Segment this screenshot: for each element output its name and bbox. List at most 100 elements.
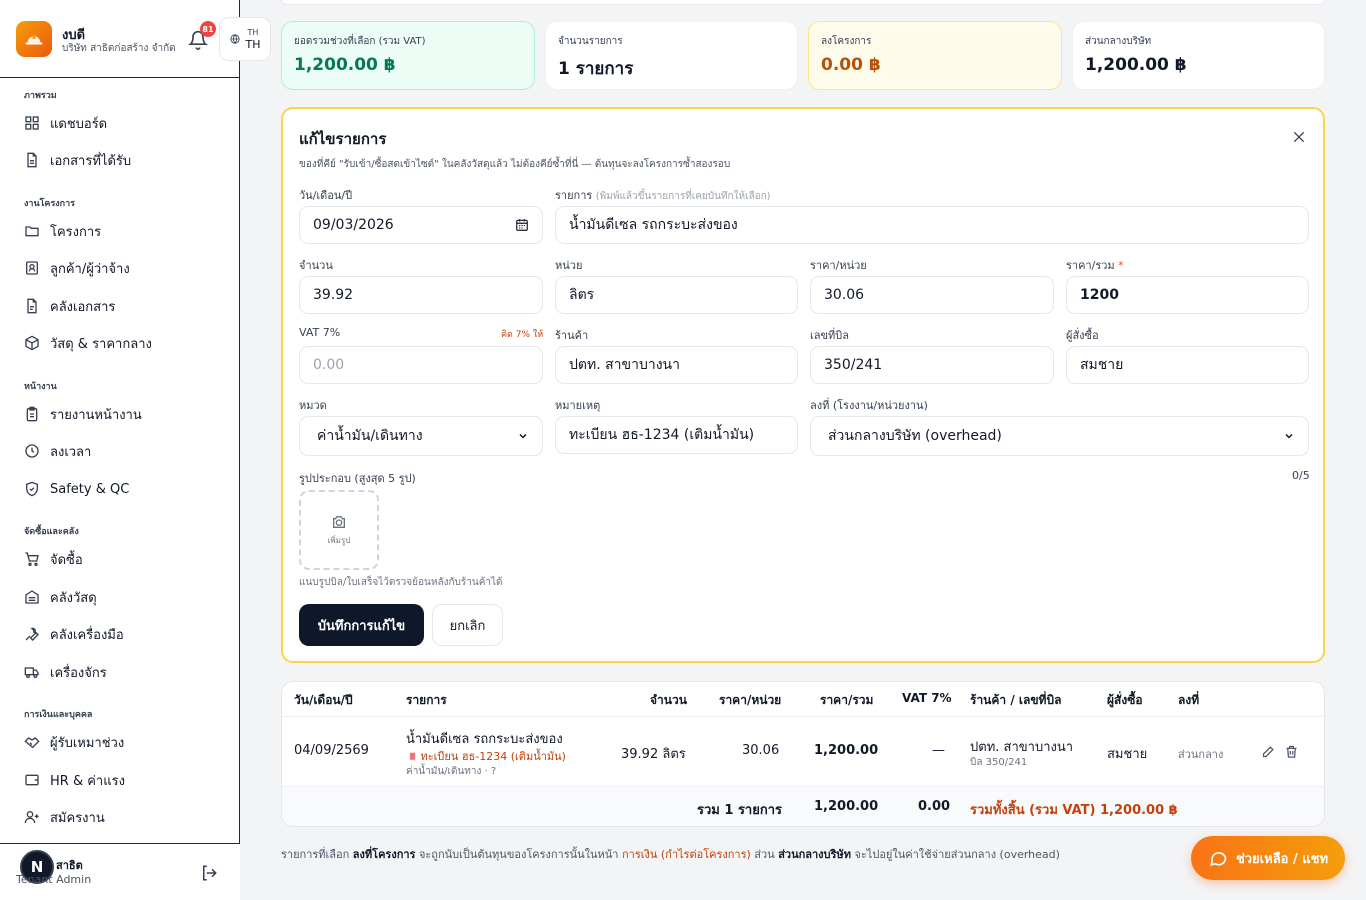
bill-label: เลขที่บิล [810, 329, 849, 342]
save-button[interactable]: บันทึกการแก้ไข [299, 604, 424, 646]
nav-section-site: หน้างาน [24, 382, 57, 392]
stat-card-project: ลงโครงการ 0.00 ฿ [808, 21, 1062, 90]
cancel-button[interactable]: ยกเลิก [432, 604, 503, 646]
stat-label: ยอดรวมช่วงที่เลือก (รวม VAT) [294, 36, 426, 47]
col-shop: ร้านค้า / เลขที่บิล [970, 693, 1062, 707]
notification-badge: 81 [200, 21, 216, 37]
nav-label: แดชบอร์ด [50, 116, 108, 132]
col-date: วัน/เดือน/ปี [294, 693, 353, 707]
price-input[interactable]: 30.06 [810, 276, 1054, 314]
shop-input[interactable]: ปตท. สาขาบางนา [555, 346, 798, 384]
nav-item-warehouse[interactable]: คลังวัสดุ [24, 583, 224, 611]
nav-item-clients[interactable]: ลูกค้า/ผู้ว่าจ้าง [24, 254, 224, 282]
trash-icon[interactable] [1284, 744, 1299, 759]
nav-item-site-report[interactable]: รายงานหน้างาน [24, 400, 224, 428]
nav-item-purchase[interactable]: จัดซื้อ [24, 545, 224, 573]
brand-logo[interactable] [16, 21, 52, 57]
category-select[interactable]: ค่าน้ำมัน/เดินทาง [299, 416, 543, 456]
cart-icon [25, 552, 39, 566]
clipboard-icon [26, 406, 38, 422]
photo-hint: แนบรูปบิล/ใบเสร็จไว้ตรวจย้อนหลังกับร้านค… [299, 577, 503, 588]
nav-item-subcontractors[interactable]: ผู้รับเหมาช่วง [24, 728, 224, 756]
category-label: หมวด [299, 399, 327, 412]
table-footer: รวม 1 รายการ 1,200.00 0.00 รวมทั้งสิ้น (… [282, 786, 1324, 826]
col-total: ราคา/รวม [820, 693, 874, 707]
nav-item-dashboard[interactable]: แดชบอร์ด [24, 109, 224, 137]
expense-table: วัน/เดือน/ปี รายการ จำนวน ราคา/หน่วย ราค… [281, 681, 1325, 827]
wallet-icon [25, 774, 39, 786]
photo-count: 0/5 [1292, 469, 1310, 482]
row-date: 04/09/2569 [294, 743, 369, 758]
nav-label: คลังวัสดุ [50, 590, 97, 606]
date-value: 09/03/2026 [313, 217, 394, 233]
shop-label: ร้านค้า [555, 329, 589, 342]
user-name: สาธิต [56, 859, 83, 872]
col-buyer: ผู้สั่งซื้อ [1107, 693, 1143, 707]
stat-card-overhead: ส่วนกลางบริษัท 1,200.00 ฿ [1072, 21, 1325, 90]
nav-section-projects: งานโครงการ [24, 199, 76, 209]
nav-item-tools[interactable]: คลังเครื่องมือ [24, 620, 224, 648]
document-icon [27, 152, 37, 168]
nav-item-materials[interactable]: วัสดุ & ราคากลาง [24, 329, 224, 357]
photo-label: รูปประกอบ (สูงสุด 5 รูป) [299, 472, 416, 485]
logout-icon[interactable] [200, 864, 218, 882]
nav-item-doc-library[interactable]: คลังเอกสาร [24, 292, 224, 320]
edit-icon[interactable] [1261, 744, 1276, 759]
row-bill: บิล 350/241 [970, 757, 1028, 768]
nav-item-recruitment[interactable]: สมัครงาน [24, 803, 224, 831]
nav-item-safety[interactable]: Safety & QC [24, 475, 224, 503]
row-qty: 39.92 ลิตร [621, 747, 686, 762]
wrench-icon [25, 627, 39, 641]
target-select[interactable]: ส่วนกลางบริษัท (overhead) [810, 416, 1309, 456]
nav-label: HR & ค่าแรง [50, 773, 125, 789]
add-photo-button[interactable]: เพิ่มรูป [299, 490, 379, 570]
footnote-p1: รายการที่เลือก [281, 848, 353, 861]
user-plus-icon [24, 811, 39, 824]
col-vat: VAT 7% [902, 691, 952, 705]
row-note: ทะเบียน ฮธ-1234 (เติมน้ำมัน) [408, 747, 566, 765]
footnote-p4: จะไปอยู่ในค่าใช้จ่ายส่วนกลาง (overhead) [850, 848, 1060, 861]
qty-input[interactable]: 39.92 [299, 276, 543, 314]
buyer-input[interactable]: สมชาย [1066, 346, 1309, 384]
bill-input[interactable]: 350/241 [810, 346, 1054, 384]
add-photo-label: เพิ่มรูป [327, 535, 351, 545]
col-target: ลงที่ [1178, 693, 1200, 707]
table-row[interactable]: 04/09/2569 น้ำมันดีเซล รถกระบะส่งของ ทะเ… [282, 716, 1324, 786]
vat-auto-link[interactable]: คิด 7% ให้ [501, 327, 543, 341]
lang-small: TH [247, 27, 259, 37]
row-note-text: ทะเบียน ฮธ-1234 (เติมน้ำมัน) [420, 750, 566, 763]
item-input[interactable]: น้ำมันดีเซล รถกระบะส่งของ [555, 206, 1309, 244]
finance-link[interactable]: การเงิน (กำไรต่อโครงการ) [622, 848, 751, 861]
user-role: Tenant Admin [16, 873, 92, 886]
help-chat-button[interactable]: ช่วยเหลือ / แชท [1191, 836, 1345, 880]
nav-item-hr[interactable]: HR & ค่าแรง [24, 766, 224, 794]
unit-input[interactable]: ลิตร [555, 276, 798, 314]
warehouse-icon [25, 590, 39, 604]
form-title: แก้ไขรายการ [299, 130, 387, 148]
nav-item-timesheet[interactable]: ลงเวลา [24, 437, 224, 465]
camera-icon [333, 515, 345, 528]
footer-grand-total: รวมทั้งสิ้น (รวม VAT) 1,200.00 ฿ [970, 803, 1178, 818]
close-icon[interactable] [1291, 129, 1307, 145]
calendar-icon[interactable] [515, 218, 529, 232]
language-switcher[interactable]: TH TH [219, 17, 271, 61]
form-hint: ของที่คีย์ "รับเข้า/ซื้อสดเข้าไซต์" ในคล… [299, 159, 731, 170]
stat-label: ลงโครงการ [821, 36, 872, 47]
date-input[interactable]: 09/03/2026 [299, 206, 543, 244]
vat-input[interactable]: 0.00 [299, 346, 543, 384]
folder-icon [25, 226, 39, 237]
total-input[interactable]: 1200 [1066, 276, 1309, 314]
nav-section-purchasing: จัดซื้อและคลัง [24, 527, 79, 537]
footnote: รายการที่เลือก ลงที่โครงการ จะถูกนับเป็น… [281, 845, 1060, 863]
nav-item-received-docs[interactable]: เอกสารที่ได้รับ [24, 146, 224, 174]
clock-icon [25, 444, 39, 458]
nav-label: ผู้รับเหมาช่วง [50, 735, 125, 751]
nav-section-overview: ภาพรวม [24, 91, 57, 101]
note-input[interactable]: ทะเบียน ฮธ-1234 (เติมน้ำมัน) [555, 416, 798, 454]
row-price: 30.06 [742, 743, 780, 758]
nav-item-machinery[interactable]: เครื่องจักร [24, 658, 224, 686]
nav-item-projects[interactable]: โครงการ [24, 217, 224, 245]
col-item: รายการ [406, 693, 447, 707]
lang-current: TH [245, 37, 261, 51]
footer-total: 1,200.00 [814, 799, 879, 814]
